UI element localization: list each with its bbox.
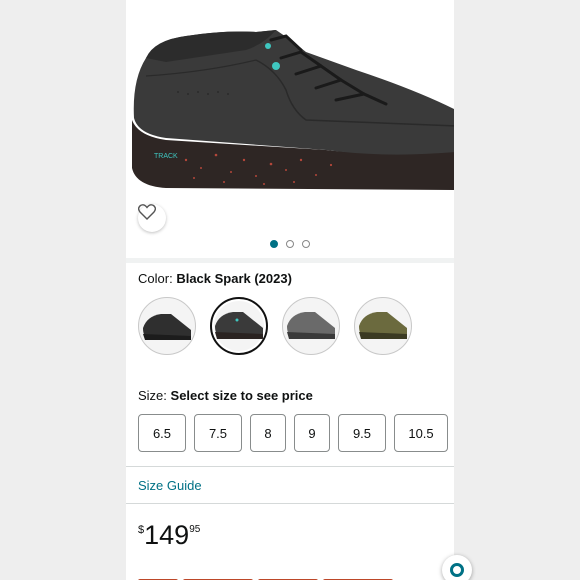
swatch-black-shoe[interactable]	[138, 297, 196, 355]
assistant-icon	[450, 563, 464, 577]
carousel-dot-1[interactable]	[270, 240, 278, 248]
section-divider	[126, 466, 454, 467]
swatch-black-spark[interactable]	[210, 297, 268, 355]
product-page: TRACK Color: Black Spark (2023) Size: Se…	[126, 0, 454, 580]
swatch-grey-shoe[interactable]	[282, 297, 340, 355]
color-value: Black Spark (2023)	[176, 271, 292, 286]
carousel-dot-3[interactable]	[302, 240, 310, 248]
size-option-8[interactable]: 8	[250, 414, 286, 452]
size-options: 6.5 7.5 8 9 9.5 10.5	[138, 414, 448, 452]
size-option-9-5[interactable]: 9.5	[338, 414, 386, 452]
right-margin	[454, 0, 580, 580]
size-label: Size:	[138, 388, 167, 403]
price-whole: 149	[144, 520, 190, 550]
color-selection-label: Color: Black Spark (2023)	[138, 271, 292, 286]
color-label: Color:	[138, 271, 173, 286]
section-divider	[126, 258, 454, 263]
price-fraction: 95	[189, 524, 201, 535]
favorite-button[interactable]	[138, 204, 166, 232]
size-option-9[interactable]: 9	[294, 414, 330, 452]
size-selection-label: Size: Select size to see price	[138, 388, 313, 403]
carousel-indicators	[126, 240, 454, 248]
size-guide-link[interactable]: Size Guide	[138, 478, 202, 493]
section-divider	[126, 503, 454, 504]
color-swatches	[138, 297, 412, 355]
size-option-6-5[interactable]: 6.5	[138, 414, 186, 452]
size-prompt: Select size to see price	[170, 388, 313, 403]
price: $ 149 95	[138, 520, 200, 550]
assistant-button[interactable]	[442, 555, 472, 580]
size-option-10-5[interactable]: 10.5	[394, 414, 448, 452]
cut-off-text-line	[138, 572, 418, 580]
carousel-dot-2[interactable]	[286, 240, 294, 248]
swatch-olive-shoe[interactable]	[354, 297, 412, 355]
size-option-7-5[interactable]: 7.5	[194, 414, 242, 452]
product-image-carousel[interactable]: TRACK	[126, 0, 454, 256]
shoe-image: TRACK	[132, 30, 454, 190]
svg-text:TRACK: TRACK	[154, 153, 178, 160]
left-margin	[0, 0, 126, 580]
